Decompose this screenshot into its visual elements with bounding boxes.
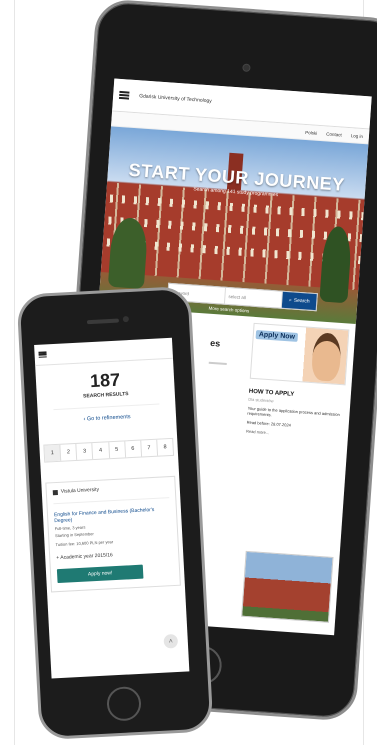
phone-camera: [122, 316, 130, 323]
refine-link[interactable]: ‹ Go to refinements: [38, 412, 176, 425]
academic-year-toggle[interactable]: + Academic year 2015/16: [56, 549, 172, 561]
search-button[interactable]: ⌕ Search: [281, 291, 317, 311]
result-card: Vistula University English for Finance a…: [45, 475, 181, 593]
phone-home-button[interactable]: [106, 685, 142, 722]
page-button[interactable]: 6: [124, 440, 142, 458]
page-button[interactable]: 4: [92, 442, 110, 460]
phone-header: [34, 337, 174, 366]
phone-device: 187 SEARCH RESULTS ‹ Go to refinements 1…: [16, 285, 214, 741]
page-button[interactable]: 5: [108, 441, 126, 459]
hamburger-icon[interactable]: [118, 90, 130, 100]
language-selector[interactable]: Polski: [305, 129, 317, 135]
search-icon: ⌕: [288, 297, 293, 304]
phone-screen: 187 SEARCH RESULTS ‹ Go to refinements 1…: [34, 337, 190, 679]
divider: [53, 403, 160, 411]
section-heading: es: [209, 337, 221, 349]
university-name: Vistula University: [60, 486, 100, 495]
apply-button[interactable]: Apply now!: [56, 564, 144, 584]
pagination: 1 2 3 4 5 6 7 8: [43, 437, 175, 463]
academic-year-label: Academic year 2015/16: [60, 552, 113, 561]
heading-underline: [208, 361, 227, 366]
apply-now-banner[interactable]: Apply Now: [249, 322, 350, 386]
tuition-fee: Tuition fee: 10,600 PLN per year: [55, 539, 114, 548]
apply-now-label: Apply Now: [255, 330, 299, 342]
chevron-up-icon[interactable]: ˄: [163, 633, 179, 649]
page-button[interactable]: 7: [140, 439, 158, 457]
hamburger-icon[interactable]: [38, 351, 47, 358]
refine-label: Go to refinements: [86, 414, 131, 423]
university-row[interactable]: Vistula University: [52, 483, 169, 495]
campus-photo: [241, 550, 334, 623]
page-button[interactable]: 2: [60, 443, 78, 461]
student-photo: [310, 332, 343, 382]
page-button[interactable]: 1: [44, 444, 62, 462]
search-button-label: Search: [293, 297, 310, 305]
site-brand[interactable]: Gdańsk University of Technology: [139, 93, 365, 115]
page-button[interactable]: 8: [157, 439, 173, 456]
card-divider: [53, 497, 170, 505]
filter-select[interactable]: select all: [224, 287, 283, 308]
page-button[interactable]: 3: [76, 443, 94, 460]
phone-speaker: [86, 318, 120, 325]
building-icon: [52, 489, 58, 495]
login-link[interactable]: Log in: [351, 133, 364, 139]
tablet-camera: [242, 63, 251, 72]
contact-link[interactable]: Contact: [326, 131, 342, 137]
